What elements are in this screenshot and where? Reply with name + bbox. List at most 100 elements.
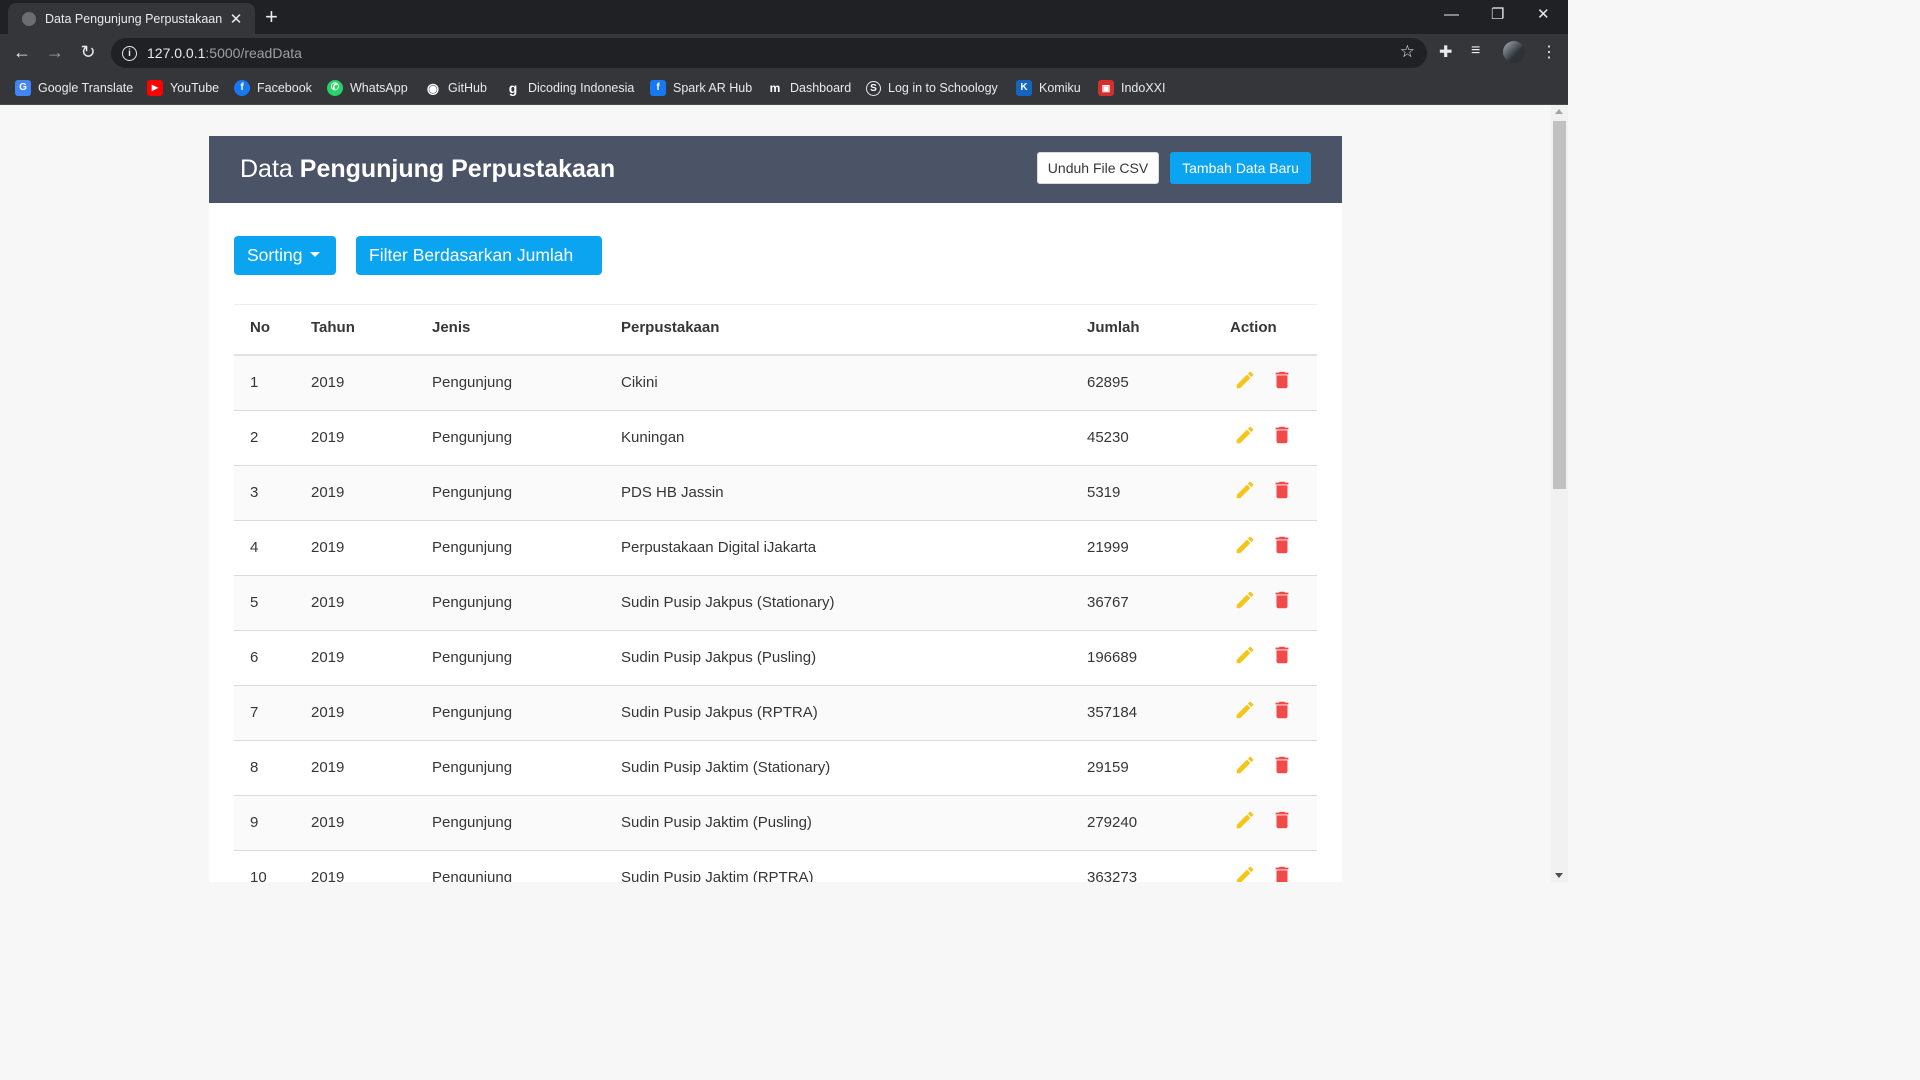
cell-jenis: Pengunjung xyxy=(432,594,513,611)
edit-pencil-icon[interactable] xyxy=(1234,644,1256,666)
delete-trash-icon[interactable] xyxy=(1271,369,1293,391)
address-bar[interactable]: i 127.0.0.1:5000/readData ☆ xyxy=(111,38,1427,68)
delete-trash-icon[interactable] xyxy=(1271,754,1293,776)
cell-tahun: 2019 xyxy=(311,594,345,611)
table-row: 10 2019 Pengunjung Sudin Pusip Jaktim (RPTR… xyxy=(234,851,1317,882)
bookmark-star-icon[interactable]: ☆ xyxy=(1400,42,1415,62)
new-tab-button[interactable]: + xyxy=(265,4,278,30)
page-title: Data Pengunjung Perpustakaan xyxy=(240,155,615,184)
bookmark-whatsapp[interactable]: ✆ WhatsApp xyxy=(327,78,408,98)
cell-tahun: 2019 xyxy=(311,374,345,391)
media-control-icon[interactable]: ≡ xyxy=(1471,42,1480,60)
bookmark-label: Komiku xyxy=(1039,81,1081,95)
edit-pencil-icon[interactable] xyxy=(1234,754,1256,776)
minimize-icon[interactable]: — xyxy=(1444,4,1459,26)
indoxxi-icon: ▣ xyxy=(1098,80,1114,96)
bookmark-facebook[interactable]: f Facebook xyxy=(234,78,312,98)
cell-no: 10 xyxy=(250,869,267,882)
forward-icon[interactable]: → xyxy=(43,40,67,64)
github-icon: ◉ xyxy=(426,80,440,96)
profile-avatar[interactable] xyxy=(1503,41,1525,63)
scrollbar-thumb[interactable] xyxy=(1553,121,1566,489)
delete-trash-icon[interactable] xyxy=(1271,424,1293,446)
url-text: 127.0.0.1:5000/readData xyxy=(147,45,302,61)
cell-tahun: 2019 xyxy=(311,814,345,831)
table-row: 1 2019 Pengunjung Cikini 62895 xyxy=(234,356,1317,411)
cell-tahun: 2019 xyxy=(311,704,345,721)
delete-trash-icon[interactable] xyxy=(1271,534,1293,556)
delete-trash-icon[interactable] xyxy=(1271,589,1293,611)
edit-pencil-icon[interactable] xyxy=(1234,699,1256,721)
bookmark-google-translate[interactable]: G Google Translate xyxy=(15,78,133,98)
edit-pencil-icon[interactable] xyxy=(1234,369,1256,391)
cell-tahun: 2019 xyxy=(311,869,345,882)
menu-kebab-icon[interactable]: ⋮ xyxy=(1541,42,1557,62)
schoology-icon: S xyxy=(866,80,881,96)
cell-jenis: Pengunjung xyxy=(432,429,513,446)
close-tab-icon[interactable]: ✕ xyxy=(225,10,247,28)
close-window-icon[interactable]: ✕ xyxy=(1537,4,1550,26)
cell-jenis: Pengunjung xyxy=(432,374,513,391)
add-data-button[interactable]: Tambah Data Baru xyxy=(1170,152,1311,184)
bookmark-label: YouTube xyxy=(170,81,220,95)
delete-trash-icon[interactable] xyxy=(1271,864,1293,882)
bookmark-schoology[interactable]: S Log in to Schoology xyxy=(866,78,998,98)
restore-icon[interactable]: ❐ xyxy=(1491,4,1504,26)
delete-trash-icon[interactable] xyxy=(1271,809,1293,831)
cell-perpustakaan: Sudin Pusip Jakpus (Pusling) xyxy=(621,649,817,666)
page-scrollbar[interactable] xyxy=(1551,105,1568,882)
bookmark-label: IndoXXI xyxy=(1121,81,1166,95)
caret-down-icon xyxy=(377,290,387,296)
sorting-dropdown[interactable]: Sorting xyxy=(234,236,336,275)
card-header: Data Pengunjung Perpustakaan Unduh File … xyxy=(209,136,1342,203)
whatsapp-icon: ✆ xyxy=(327,80,343,96)
bookmark-dicoding[interactable]: g Dicoding Indonesia xyxy=(505,78,635,98)
cell-no: 8 xyxy=(250,759,259,776)
bookmark-youtube[interactable]: ▶ YouTube xyxy=(147,78,219,98)
facebook-icon: f xyxy=(650,80,666,96)
bookmark-komiku[interactable]: K Komiku xyxy=(1016,78,1081,98)
column-header-action: Action xyxy=(1230,319,1277,336)
edit-pencil-icon[interactable] xyxy=(1234,864,1256,882)
table-header: No Tahun Jenis Perpustakaan Jumlah Actio… xyxy=(234,304,1317,356)
delete-trash-icon[interactable] xyxy=(1271,479,1293,501)
cell-jumlah: 5319 xyxy=(1087,484,1121,501)
bookmark-indoxxi[interactable]: ▣ IndoXXI xyxy=(1098,78,1165,98)
edit-pencil-icon[interactable] xyxy=(1234,424,1256,446)
bookmark-label: WhatsApp xyxy=(350,81,408,95)
bookmark-spark-ar-hub[interactable]: f Spark AR Hub xyxy=(650,78,752,98)
browser-toolbar: ← → ↻ i 127.0.0.1:5000/readData ☆ ✚ ≡ ⋮ xyxy=(0,34,1568,72)
edit-pencil-icon[interactable] xyxy=(1234,809,1256,831)
edit-pencil-icon[interactable] xyxy=(1234,534,1256,556)
table-row: 8 2019 Pengunjung Sudin Pusip Jaktim (Stati… xyxy=(234,741,1317,796)
bookmark-github[interactable]: ◉ GitHub xyxy=(425,78,487,98)
cell-no: 5 xyxy=(250,594,259,611)
delete-trash-icon[interactable] xyxy=(1271,699,1293,721)
data-table: No Tahun Jenis Perpustakaan Jumlah Actio… xyxy=(234,304,1317,882)
reload-icon[interactable]: ↻ xyxy=(76,40,100,64)
bookmark-dashboard[interactable]: m Dashboard xyxy=(767,78,852,98)
delete-trash-icon[interactable] xyxy=(1271,644,1293,666)
caret-down-icon xyxy=(310,251,321,257)
back-icon[interactable]: ← xyxy=(10,40,34,64)
cell-jenis: Pengunjung xyxy=(432,704,513,721)
scroll-down-arrow-icon[interactable] xyxy=(1555,873,1563,878)
table-row: 3 2019 Pengunjung PDS HB Jassin 5319 xyxy=(234,466,1317,521)
filter-dropdown[interactable]: Filter Berdasarkan Jumlah xyxy=(356,236,602,296)
site-info-icon[interactable]: i xyxy=(122,45,137,61)
browser-tab[interactable]: Data Pengunjung Perpustakaan ✕ xyxy=(8,3,255,34)
edit-pencil-icon[interactable] xyxy=(1234,589,1256,611)
cell-jumlah: 196689 xyxy=(1087,649,1138,666)
extensions-icon[interactable]: ✚ xyxy=(1439,42,1452,62)
scroll-up-arrow-icon[interactable] xyxy=(1555,109,1563,114)
cell-jumlah: 62895 xyxy=(1087,374,1129,391)
column-header-jumlah: Jumlah xyxy=(1087,319,1140,336)
table-row: 9 2019 Pengunjung Sudin Pusip Jaktim (Pusli… xyxy=(234,796,1317,851)
cell-jenis: Pengunjung xyxy=(432,814,513,831)
edit-pencil-icon[interactable] xyxy=(1234,479,1256,501)
bookmark-label: Log in to Schoology xyxy=(888,81,998,95)
column-header-jenis: Jenis xyxy=(432,319,471,336)
cell-jenis: Pengunjung xyxy=(432,539,513,556)
download-csv-button[interactable]: Unduh File CSV xyxy=(1037,152,1159,184)
cell-jumlah: 29159 xyxy=(1087,759,1129,776)
